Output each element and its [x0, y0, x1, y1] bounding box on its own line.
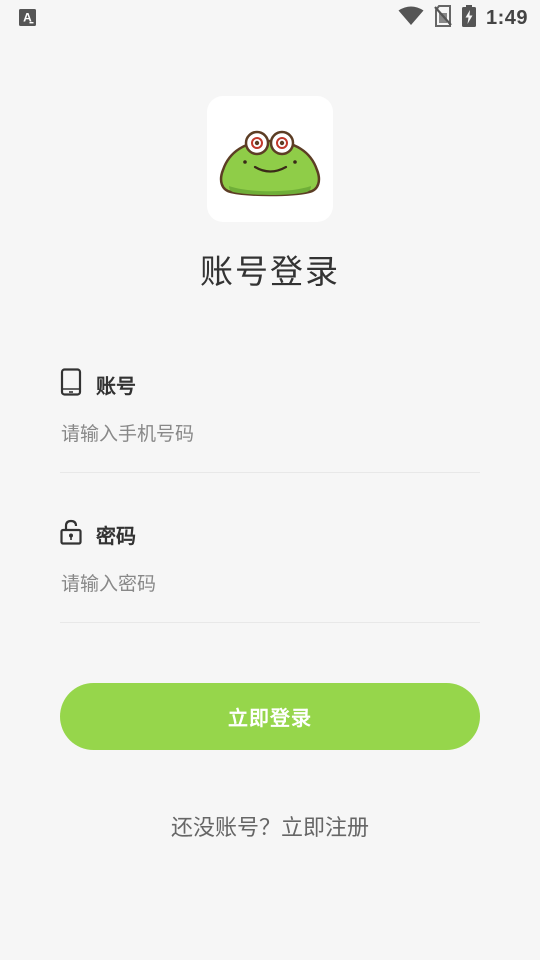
lock-icon — [60, 519, 82, 549]
wifi-icon — [398, 6, 424, 30]
phone-icon — [60, 368, 82, 400]
password-input[interactable] — [60, 564, 481, 604]
frog-logo-icon — [219, 130, 321, 197]
status-time: 1:49 — [485, 6, 528, 29]
account-divider — [60, 472, 480, 473]
account-label: 账号 — [96, 373, 136, 398]
register-link[interactable]: 还没账号？立即注册 — [0, 810, 540, 842]
status-bar: A 1:49 — [0, 0, 540, 36]
no-sim-icon — [434, 5, 452, 31]
page-title: 账号登录 — [200, 252, 340, 291]
login-button[interactable]: 立即登录 — [60, 683, 480, 750]
account-label-row: 账号 — [60, 368, 136, 400]
status-icons: 1:49 — [398, 0, 528, 36]
battery-charging-icon — [461, 5, 476, 31]
phone-input[interactable] — [60, 414, 481, 454]
password-label-row: 密码 — [60, 519, 136, 549]
font-a-icon: A — [19, 9, 36, 26]
password-label: 密码 — [96, 523, 136, 548]
app-logo — [207, 96, 333, 222]
password-divider — [60, 622, 480, 623]
